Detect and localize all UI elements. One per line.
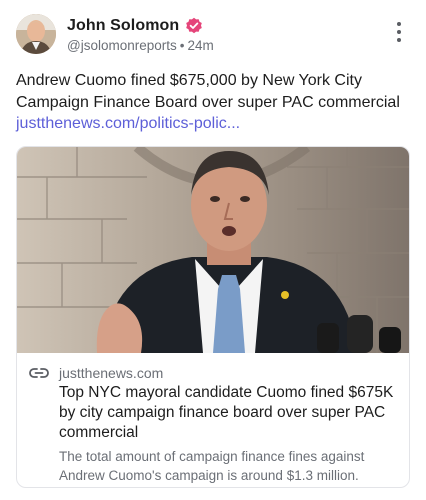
meta-separator: • xyxy=(179,38,185,53)
link-preview-card[interactable]: justthenews.com Top NYC mayoral candidat… xyxy=(16,146,410,488)
link-icon xyxy=(29,368,49,378)
more-vertical-icon[interactable] xyxy=(388,20,410,44)
post-timestamp[interactable]: 24m xyxy=(187,38,213,53)
link-title-line: Top NYC mayoral candidate Cuomo fined $6… xyxy=(59,384,394,401)
author-name-row: John Solomon xyxy=(67,17,203,35)
link-domain: justthenews.com xyxy=(59,365,164,381)
author-name[interactable]: John Solomon xyxy=(67,17,179,35)
post-text-line: Andrew Cuomo fined $675,000 by New York … xyxy=(16,72,362,89)
link-description: The total amount of campaign finance fin… xyxy=(59,447,403,485)
link-title-line: by city campaign finance board over supe… xyxy=(59,404,386,421)
post-card: John Solomon @jsolomonreports • 24m Andrew… xyxy=(0,0,426,500)
link-title-line: commercial xyxy=(59,424,139,441)
link-preview-meta: justthenews.com Top NYC mayoral candidat… xyxy=(17,353,409,487)
link-preview-image[interactable] xyxy=(17,147,409,353)
author-meta: @jsolomonreports • 24m xyxy=(67,38,214,53)
link-description-line: Andrew Cuomo's campaign is around $1.3 m… xyxy=(59,468,359,483)
post-link[interactable]: justthenews.com/politics-polic... xyxy=(16,113,412,135)
avatar-image xyxy=(16,14,56,54)
link-domain-row: justthenews.com xyxy=(29,365,163,381)
link-title[interactable]: Top NYC mayoral candidate Cuomo fined $6… xyxy=(59,383,403,443)
verified-badge-icon xyxy=(186,17,203,34)
link-description-line: The total amount of campaign finance fin… xyxy=(59,449,365,464)
post-text: Andrew Cuomo fined $675,000 by New York … xyxy=(16,70,412,135)
post-text-line: Campaign Finance Board over super PAC co… xyxy=(16,93,400,111)
author-handle[interactable]: @jsolomonreports xyxy=(67,38,177,53)
post-header: John Solomon @jsolomonreports • 24m xyxy=(16,14,410,58)
avatar[interactable] xyxy=(16,14,56,54)
